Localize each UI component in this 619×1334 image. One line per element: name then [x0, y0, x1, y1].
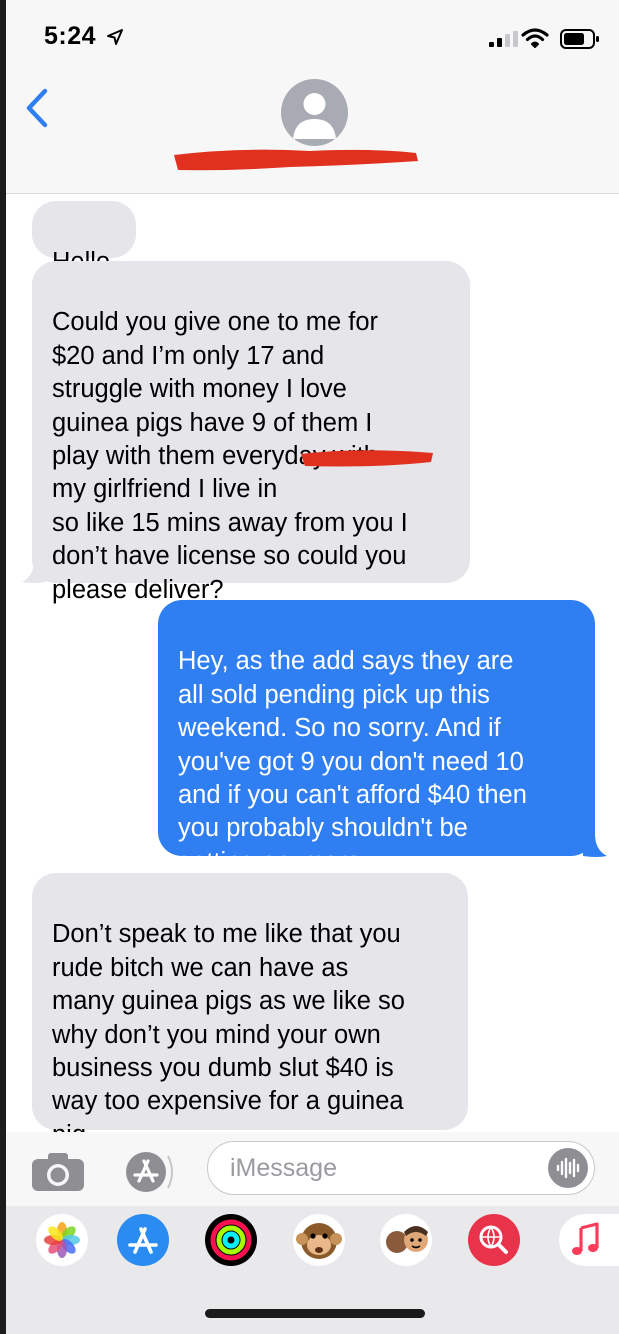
cellular-signal-icon	[489, 31, 518, 47]
message-input-placeholder: iMessage	[230, 1154, 337, 1182]
bubble-tail	[22, 560, 46, 583]
home-indicator[interactable]	[205, 1309, 425, 1318]
camera-button[interactable]	[30, 1150, 86, 1192]
message-text: Hey, as the add says they are all sold p…	[178, 647, 527, 876]
redacted-contact-name	[174, 149, 418, 171]
wifi-icon	[521, 28, 549, 48]
app-store-button[interactable]	[122, 1150, 182, 1194]
message-thread: Hello Could you give one to me for $20 a…	[6, 194, 619, 1149]
incoming-message: Don’t speak to me like that you rude bit…	[32, 873, 468, 1149]
incoming-message: Could you give one to me for $20 and I’m…	[32, 261, 470, 604]
activity-icon[interactable]	[205, 1214, 257, 1266]
audio-message-button[interactable]	[548, 1148, 588, 1188]
waveform-icon	[556, 1157, 580, 1179]
outgoing-message: Hey, as the add says they are all sold p…	[158, 600, 595, 876]
location-arrow-icon	[107, 29, 123, 45]
contact-silhouette-icon	[293, 93, 336, 139]
bubble-tail	[583, 834, 607, 857]
memoji-icon[interactable]	[380, 1214, 432, 1266]
animoji-monkey-icon[interactable]	[293, 1214, 345, 1266]
app-store-icon[interactable]	[117, 1214, 169, 1266]
incoming-message: Hello	[32, 201, 136, 276]
contact-avatar[interactable]	[281, 79, 348, 146]
back-chevron-icon[interactable]	[24, 88, 50, 128]
music-icon[interactable]	[559, 1214, 619, 1266]
web-search-icon[interactable]	[468, 1214, 520, 1266]
photos-icon[interactable]	[36, 1214, 88, 1266]
redacted-location	[301, 450, 433, 467]
message-input[interactable]: iMessage	[207, 1141, 595, 1195]
battery-icon	[560, 29, 599, 49]
message-text: Don’t speak to me like that you rude bit…	[52, 920, 405, 1148]
status-time: 5:24	[44, 22, 97, 50]
